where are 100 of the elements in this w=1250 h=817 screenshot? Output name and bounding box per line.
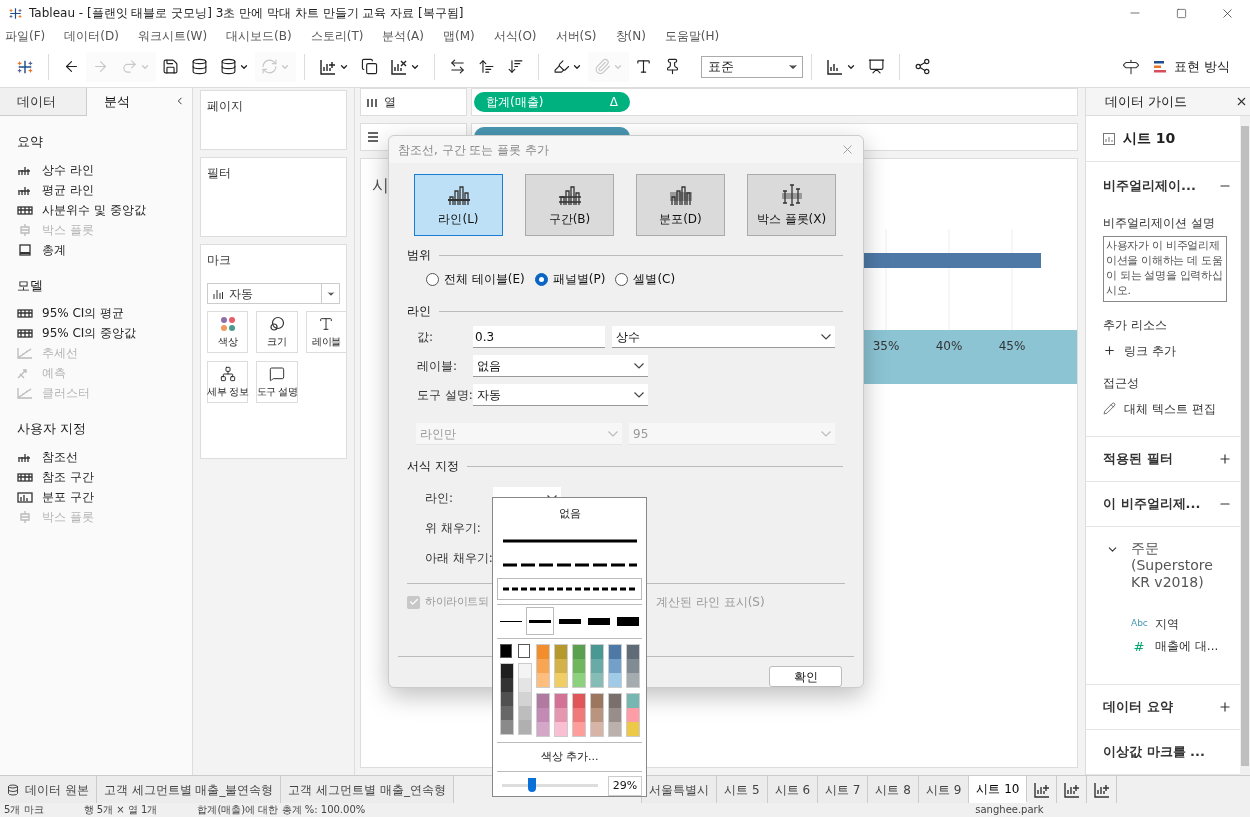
card-title: 마크 <box>207 252 232 269</box>
panel-title: 데이터 가이드 <box>1105 92 1188 111</box>
axis-label: 40% <box>935 339 963 353</box>
axis-label: 35% <box>872 339 900 353</box>
field-label: 도구 설명: <box>417 387 473 404</box>
section-title: 라인 <box>407 303 431 320</box>
analytics-item[interactable]: 참조 구간 <box>17 466 192 487</box>
tooltip-select[interactable]: 자동 <box>473 384 648 406</box>
card-title: 페이지 <box>207 99 243 113</box>
analytics-item[interactable]: 참조선 <box>17 446 192 467</box>
sheet-tab[interactable]: 시트 8 <box>868 776 919 803</box>
analytics-item[interactable]: 총계 <box>17 239 192 260</box>
value-type-select[interactable]: 상수 <box>612 326 835 348</box>
show-me-button[interactable]: 표현 방식 <box>1153 56 1230 77</box>
type-button[interactable]: 박스 플롯(X) <box>747 174 836 236</box>
card-title: 필터 <box>207 166 231 180</box>
section-title: 비주얼리제이... <box>1103 177 1196 195</box>
type-button[interactable]: 라인(L) <box>414 174 503 236</box>
section-title: 요약 <box>17 133 44 151</box>
section-title: 이상값 마크를 ... <box>1103 743 1205 762</box>
status-text: 행 5개 × 열 1개 <box>83 803 158 817</box>
value-field[interactable]: 0.3 <box>473 326 605 348</box>
panel-tab[interactable]: 데이터 <box>0 88 88 116</box>
field-label: 추가 리소스 <box>1103 316 1168 334</box>
radio-option[interactable]: 전체 테이블(E) <box>426 270 525 288</box>
menu-item[interactable]: 도움말(H) <box>664 27 720 45</box>
axis-label: 45% <box>998 339 1026 353</box>
label-select[interactable]: 없음 <box>473 355 648 377</box>
analytics-item[interactable]: 사분위수 및 중앙값 <box>17 199 192 220</box>
menu-item[interactable]: 맵(M) <box>443 27 475 45</box>
checkbox-label: 하이라이트되 <box>425 593 488 610</box>
menu-item[interactable]: 워크시트(W) <box>137 27 208 45</box>
analytics-item[interactable]: 평균 라인 <box>17 179 192 200</box>
mark-property-button[interactable]: 도구 설명 <box>256 361 298 403</box>
field-label: 아래 채우기: <box>425 550 493 567</box>
sheet-tab[interactable]: 서울특별시 <box>642 776 718 803</box>
menu-item[interactable]: 스토리(T) <box>310 27 364 45</box>
edit-alt-text-button[interactable]: 대체 텍스트 편집 <box>1103 399 1232 418</box>
section-title: 데이터 요약 <box>1103 698 1173 717</box>
sheet-tab[interactable]: 시트 9 <box>918 776 970 803</box>
none-option[interactable]: 없음 <box>558 505 581 523</box>
datasource-name: 주문 (Superstore KR v2018) <box>1131 539 1214 591</box>
field-label: 값: <box>417 329 435 346</box>
sheet-tab[interactable]: 시트 6 <box>767 776 818 803</box>
ok-button[interactable]: 확인 <box>769 666 842 687</box>
dialog-title: 참조선, 구간 또는 플롯 추가 <box>398 141 550 159</box>
menu-item[interactable]: 분석(A) <box>382 27 424 45</box>
sheet-name: 시트 10 <box>1123 129 1176 148</box>
radio-option[interactable]: 셀별(C) <box>615 270 676 288</box>
description-field[interactable]: 사용자가 이 비주얼리제이션을 이해하는 데 도움이 되는 설명을 입력하십시오. <box>1103 235 1227 302</box>
window-title: Tableau - [플랜잇 태블로 굿모닝] 3초 만에 막대 차트 만들기 교육 자료 [복구됨] <box>29 5 464 22</box>
section-title: 모델 <box>17 276 44 295</box>
section-title: 이 비주얼리제... <box>1103 494 1201 513</box>
menu-item[interactable]: 대시보드(B) <box>226 27 292 45</box>
sheet-title: 시 <box>372 174 389 197</box>
menu-item[interactable]: 서버(S) <box>555 27 597 45</box>
mark-type-select[interactable]: 자동 <box>207 283 340 304</box>
status-text: 합계(매출)에 대한 총계 %: 100.00% <box>197 803 366 817</box>
type-button[interactable]: 구간(B) <box>525 174 614 236</box>
section-title: 사용자 지정 <box>17 420 88 438</box>
more-colors-option[interactable]: 색상 추가... <box>540 748 599 766</box>
menu-item[interactable]: 창(N) <box>615 27 646 45</box>
field-item[interactable]: Abc 지역 <box>1131 614 1240 633</box>
sheet-tab[interactable]: 고객 세그먼트별 매출_불연속형 <box>96 776 282 803</box>
section-title: 범위 <box>407 247 431 264</box>
opacity-value[interactable]: 29% <box>608 776 642 796</box>
checkbox-label: 계산된 라인 표시(S) <box>656 594 765 611</box>
radio-option[interactable]: 패널별(P) <box>534 270 606 288</box>
mark-property-button[interactable]: 색상 <box>207 311 249 353</box>
type-button[interactable]: 분포(D) <box>636 174 725 236</box>
mark-property-button[interactable]: 세부 정보 <box>207 361 249 403</box>
mark-property-button[interactable]: 레이블 <box>305 311 347 353</box>
analytics-item[interactable]: 95% CI의 평균 <box>17 303 192 323</box>
section-title: 서식 지정 <box>407 458 459 475</box>
field-label: 위 채우기: <box>425 520 482 537</box>
mark-property-button[interactable]: 크기 <box>256 311 298 353</box>
field-label: 레이블: <box>417 358 459 375</box>
shelf-label: 열 <box>360 88 467 116</box>
field-label: 라인: <box>425 490 455 507</box>
user-name[interactable]: sanghee.park <box>975 803 1044 817</box>
sheet-tab[interactable]: 고객 세그먼트별 매출_연속형 <box>281 776 455 803</box>
sheet-tab[interactable]: 데이터 원본 <box>0 776 97 803</box>
menu-item[interactable]: 서식(O) <box>493 27 537 45</box>
fit-select[interactable]: 표준 <box>701 55 803 78</box>
section-title: 적용된 필터 <box>1103 449 1173 468</box>
status-text: 5개 마크 <box>4 803 44 817</box>
add-link-button[interactable]: 링크 추가 <box>1103 341 1232 360</box>
analytics-item[interactable]: 상수 라인 <box>17 159 192 180</box>
field-label: 접근성 <box>1103 374 1140 392</box>
analytics-item[interactable]: 95% CI의 중앙값 <box>17 323 192 343</box>
analytics-item[interactable]: 분포 구간 <box>17 486 192 507</box>
field-type-label: # <box>1132 637 1146 656</box>
field-type-label: Abc <box>1131 616 1147 630</box>
field-item[interactable]: # 매출에 대... <box>1131 636 1240 656</box>
field-label: 비주얼리제이션 설명 <box>1103 214 1216 232</box>
sheet-tab[interactable]: 시트 7 <box>818 776 869 803</box>
sheet-tab[interactable]: 시트 5 <box>717 776 768 803</box>
sheet-tab[interactable]: 시트 10 <box>969 776 1028 803</box>
menu-item[interactable]: 파일(F) <box>5 27 46 45</box>
menu-item[interactable]: 데이터(D) <box>64 27 119 45</box>
